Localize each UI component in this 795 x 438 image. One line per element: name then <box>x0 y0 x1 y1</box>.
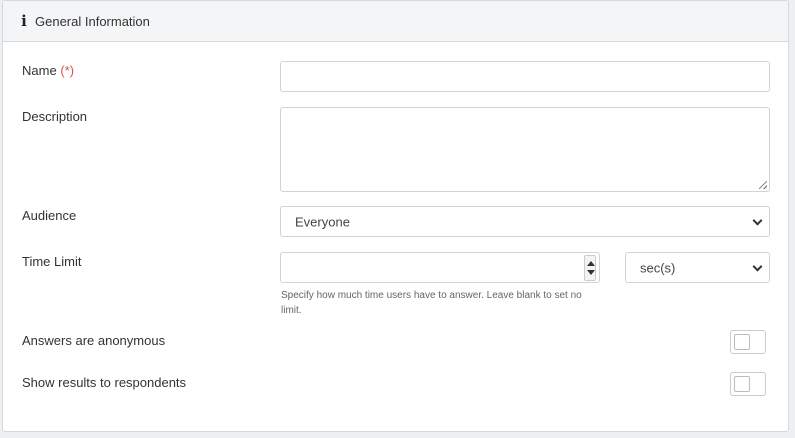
toggle-knob <box>734 376 750 392</box>
time-unit-selected-value: sec(s) <box>640 260 676 275</box>
panel-header: i General Information <box>3 1 788 42</box>
spin-up-icon[interactable] <box>587 261 595 266</box>
time-unit-select[interactable]: sec(s) <box>625 252 770 283</box>
audience-select[interactable]: Everyone <box>280 206 770 237</box>
time-limit-help-text: Specify how much time users have to answ… <box>281 290 582 316</box>
time-limit-input[interactable] <box>280 252 600 283</box>
required-marker: (*) <box>60 63 75 78</box>
anonymous-toggle[interactable] <box>730 330 766 354</box>
name-input[interactable] <box>280 61 770 92</box>
show-results-label: Show results to respondents <box>22 375 187 390</box>
spin-down-icon[interactable] <box>587 270 595 275</box>
description-label: Description <box>22 109 88 124</box>
name-label-text: Name <box>22 63 57 78</box>
toggle-knob <box>734 334 750 350</box>
panel-title: General Information <box>35 13 150 29</box>
audience-selected-value: Everyone <box>295 214 350 229</box>
show-results-toggle[interactable] <box>730 372 766 396</box>
time-limit-label: Time Limit <box>22 254 82 269</box>
chevron-down-icon <box>752 215 763 226</box>
info-icon: i <box>21 12 27 30</box>
general-information-panel: i General Information Name (*) Descripti… <box>2 0 789 432</box>
number-spinner[interactable] <box>584 255 596 281</box>
resize-handle-icon[interactable] <box>759 181 767 189</box>
chevron-down-icon <box>752 261 763 272</box>
name-label: Name (*) <box>22 63 74 78</box>
anonymous-label: Answers are anonymous <box>22 333 166 348</box>
description-textarea[interactable] <box>280 107 770 192</box>
audience-label: Audience <box>22 208 77 223</box>
